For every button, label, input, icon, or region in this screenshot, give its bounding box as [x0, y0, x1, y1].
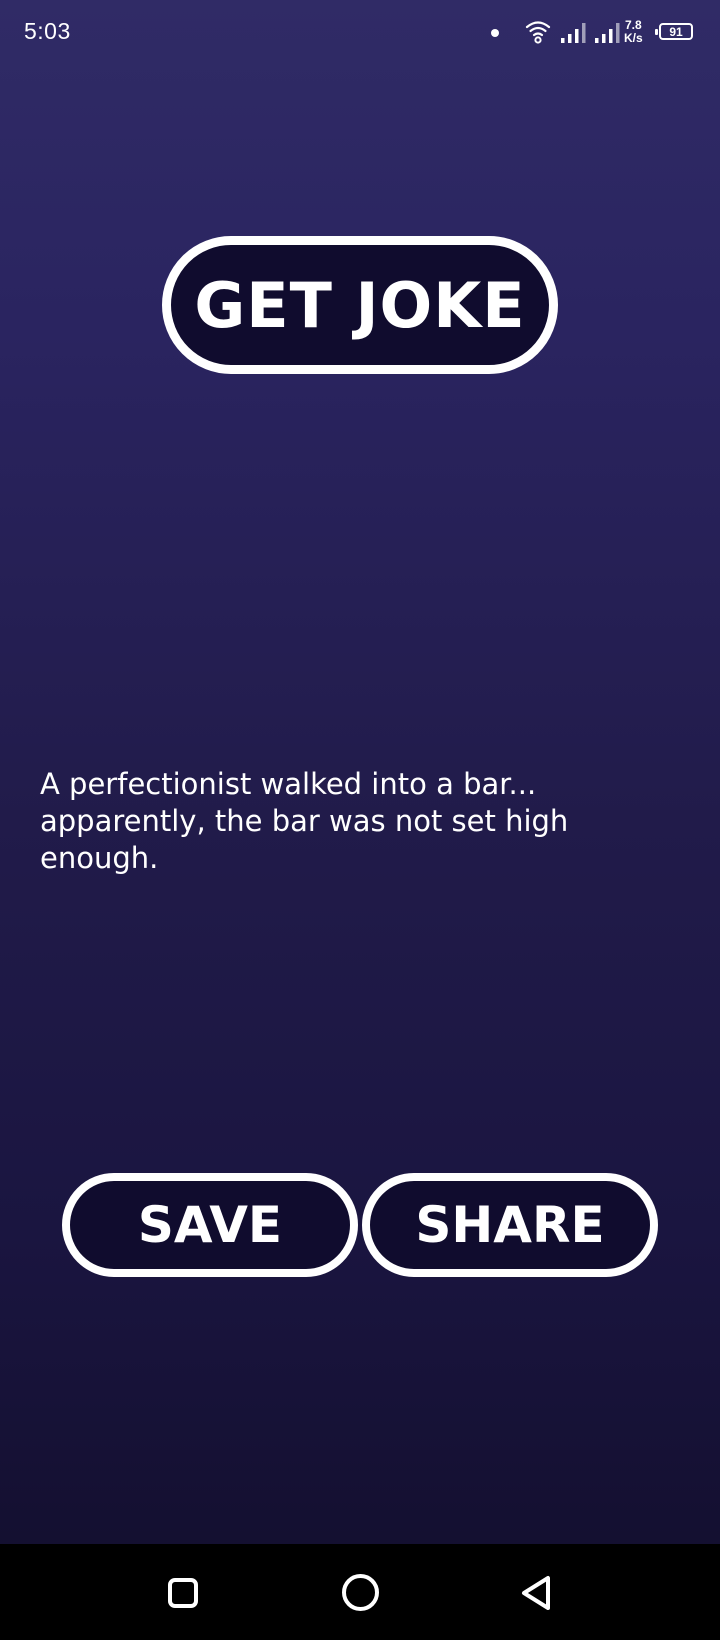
battery-level: 91: [669, 24, 683, 39]
get-joke-button[interactable]: GET JOKE: [162, 236, 558, 374]
share-button[interactable]: SHARE: [362, 1173, 658, 1277]
network-speed-value: 7.8: [625, 18, 642, 32]
wifi-icon: [525, 18, 551, 49]
network-speed: 7.8 K/s: [624, 19, 643, 45]
recent-apps-icon[interactable]: [168, 1578, 198, 1608]
notification-dot-icon: [491, 29, 499, 37]
back-icon[interactable]: [518, 1574, 554, 1617]
status-time: 5:03: [24, 18, 71, 44]
signal-icon: [560, 22, 586, 49]
home-icon[interactable]: [342, 1574, 379, 1611]
navigation-bar: [0, 1544, 720, 1640]
status-bar: 5:03 7.8 K/s 91: [0, 0, 720, 64]
signal-icon: [594, 22, 620, 49]
battery-icon: 91: [655, 23, 693, 40]
joke-text: A perfectionist walked into a bar... app…: [40, 767, 569, 875]
save-button[interactable]: SAVE: [62, 1173, 358, 1277]
network-speed-unit: K/s: [624, 31, 643, 45]
